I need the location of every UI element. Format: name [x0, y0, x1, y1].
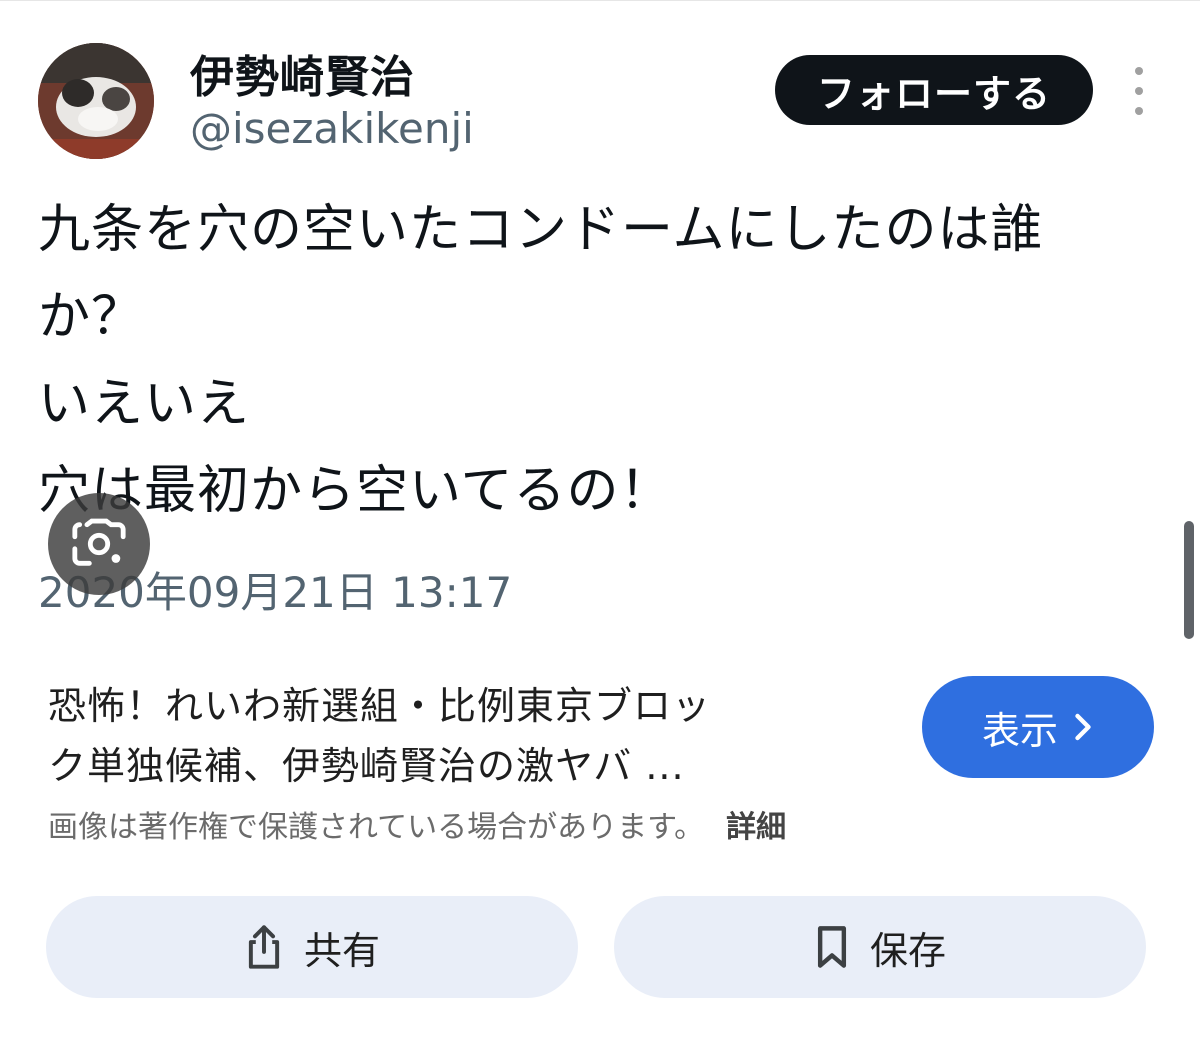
display-name[interactable]: 伊勢崎賢治	[190, 41, 415, 105]
tweet-text-line: 穴は最初から空いてるの！	[38, 461, 673, 521]
more-vertical-icon[interactable]	[1125, 67, 1153, 115]
result-title-line: 恐怖！れいわ新選組・比例東京ブロッ	[48, 684, 712, 728]
tweet-image[interactable]: 伊勢崎賢治 @isezakikenji フォローする 九条を穴の空いたコンドーム…	[0, 0, 1200, 641]
share-icon	[248, 925, 280, 969]
tweet-text-line: 九条を穴の空いたコンドームにしたのは誰	[38, 200, 1044, 260]
tweet-text-line: いえいえ	[38, 374, 251, 434]
scrollbar[interactable]	[1184, 521, 1194, 639]
tweet-text: 九条を穴の空いたコンドームにしたのは誰 か？ いえいえ 穴は最初から空いてるの！	[38, 187, 1158, 535]
chevron-right-icon	[1075, 713, 1091, 741]
bookmark-icon	[817, 926, 847, 968]
copyright-notice: 画像は著作権で保護されている場合があります。 詳細	[48, 802, 786, 846]
tweet-text-line: か？	[38, 287, 145, 347]
save-label: 保存	[869, 928, 946, 973]
result-title-line: ク単独候補、伊勢崎賢治の激ヤバ ...	[48, 744, 685, 788]
share-button[interactable]: 共有	[46, 896, 578, 998]
google-lens-icon[interactable]	[48, 493, 150, 595]
share-label: 共有	[303, 928, 380, 973]
cat-avatar-image	[38, 43, 154, 159]
follow-button[interactable]: フォローする	[775, 55, 1093, 125]
user-handle[interactable]: @isezakikenji	[190, 104, 474, 153]
details-link[interactable]: 詳細	[726, 810, 786, 845]
result-title[interactable]: 恐怖！れいわ新選組・比例東京ブロッ ク単独候補、伊勢崎賢治の激ヤバ ...	[48, 676, 868, 796]
copyright-text: 画像は著作権で保護されている場合があります。	[48, 810, 705, 845]
view-button[interactable]: 表示	[922, 676, 1154, 778]
view-button-label: 表示	[981, 708, 1058, 753]
save-button[interactable]: 保存	[614, 896, 1146, 998]
avatar	[38, 43, 154, 159]
